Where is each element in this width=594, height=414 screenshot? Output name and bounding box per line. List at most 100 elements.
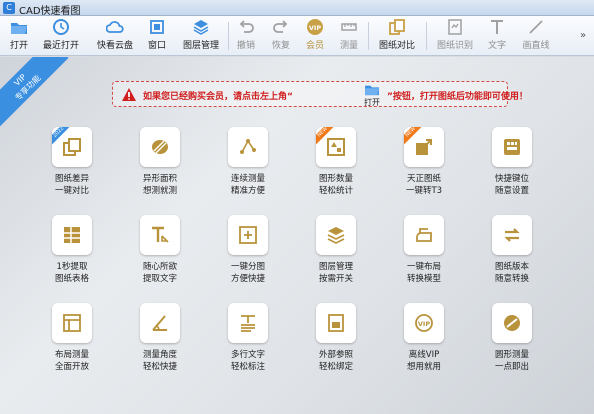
- feature-card[interactable]: 2022: [52, 127, 92, 167]
- redo-button[interactable]: 恢复: [268, 18, 294, 54]
- feature-badge: 2022: [52, 127, 70, 145]
- notice-text-end: ”按钮，打开图纸后功能即可使用！: [387, 92, 528, 102]
- warning-icon: [122, 88, 136, 101]
- open-button[interactable]: 打开: [6, 18, 32, 54]
- feature-label: 随心所欲 提取文字: [142, 262, 177, 284]
- keyboard-icon: [504, 139, 520, 155]
- feature-label: 图纸差异 一键对比: [54, 174, 89, 196]
- clock-icon: [53, 19, 69, 35]
- feature-tile[interactable]: 圆形测量 一点即出: [472, 303, 552, 388]
- feature-label: 图层管理 按需开关: [318, 262, 353, 284]
- feature-tile[interactable]: 图纸版本 随意转换: [472, 215, 552, 300]
- feature-card[interactable]: VIP: [404, 303, 444, 343]
- feature-card[interactable]: [492, 215, 532, 255]
- feature-card[interactable]: [492, 303, 532, 343]
- toolbar-more-button[interactable]: »: [580, 30, 586, 41]
- feature-label: 快捷键位 随意设置: [494, 174, 529, 196]
- vip-button[interactable]: VIP 会员: [302, 18, 328, 54]
- feature-tile[interactable]: 连续测量 精准方便: [208, 127, 288, 212]
- feature-label: 圆形测量 一点即出: [494, 350, 529, 372]
- undo-button[interactable]: 撤销: [233, 18, 259, 54]
- text-button[interactable]: 文字: [484, 18, 510, 54]
- feature-card[interactable]: NEW: [316, 127, 356, 167]
- feature-label: 图形数量 轻松统计: [318, 174, 353, 196]
- table-extract-icon: [64, 227, 80, 243]
- feature-card[interactable]: [52, 215, 92, 255]
- toolbar: 打开 最近打开 快看云盘 窗口 图层管理 撤销 恢复 VIP 会员 测量 图纸对…: [0, 16, 594, 56]
- notice-open-chip: 打开: [361, 83, 383, 107]
- feature-card[interactable]: [492, 127, 532, 167]
- feature-card[interactable]: [228, 127, 268, 167]
- folder-open-icon: [365, 85, 379, 96]
- draw-line-button[interactable]: 画直线: [516, 18, 556, 54]
- feature-card[interactable]: [140, 127, 180, 167]
- feature-label: 布局测量 全面开放: [54, 350, 89, 372]
- feature-card[interactable]: [140, 215, 180, 255]
- feature-tile[interactable]: 快捷键位 随意设置: [472, 127, 552, 212]
- vip-feature-panel: VIP 专享功能 如果您已经购买会员，请点击左上角“ 打开 ”按钮，打开图纸后功…: [0, 57, 594, 414]
- feature-label: 多行文字 轻松标注: [230, 350, 265, 372]
- feature-card[interactable]: [404, 215, 444, 255]
- vip-icon: VIP: [307, 19, 323, 35]
- feature-tile[interactable]: NEW 图形数量 轻松统计: [296, 127, 376, 212]
- recognize-icon: [448, 19, 462, 35]
- notice-banner: 如果您已经购买会员，请点击左上角“ 打开 ”按钮，打开图纸后功能即可使用！: [112, 81, 528, 107]
- notice-text: 如果您已经购买会员，请点击左上角“: [143, 92, 293, 102]
- feature-card[interactable]: [316, 303, 356, 343]
- window-icon: [150, 20, 164, 34]
- feature-tile[interactable]: 随心所欲 提取文字: [120, 215, 200, 300]
- compare-button[interactable]: 图纸对比: [374, 18, 420, 54]
- feature-card[interactable]: [140, 303, 180, 343]
- continuous-measure-icon: [240, 139, 256, 154]
- feature-tile[interactable]: 测量角度 轻松快捷: [120, 303, 200, 388]
- window-button[interactable]: 窗口: [144, 18, 170, 54]
- svg-text:VIP: VIP: [418, 320, 430, 328]
- undo-icon: [239, 20, 254, 33]
- feature-tile[interactable]: 1秒提取 图纸表格: [32, 215, 112, 300]
- compare-icon: [389, 19, 405, 35]
- feature-label: 一键分图 方便快捷: [230, 262, 265, 284]
- feature-label: 图纸版本 随意转换: [494, 262, 529, 284]
- recent-button[interactable]: 最近打开: [38, 18, 84, 54]
- feature-tile[interactable]: VIP 离线VIP 想用就用: [384, 303, 464, 388]
- vip-ribbon: VIP 专享功能: [0, 57, 69, 129]
- split-drawing-icon: [239, 226, 257, 244]
- feature-card[interactable]: [52, 303, 92, 343]
- feature-tile[interactable]: 异形面积 想测就测: [120, 127, 200, 212]
- feature-card[interactable]: NEW: [404, 127, 444, 167]
- layer-manager-button[interactable]: 图层管理: [178, 18, 224, 54]
- feature-label: 连续测量 精准方便: [230, 174, 265, 196]
- feature-tile[interactable]: 图层管理 按需开关: [296, 215, 376, 300]
- recognize-button[interactable]: 图纸识别: [432, 18, 478, 54]
- feature-tile[interactable]: 2022 图纸差异 一键对比: [32, 127, 112, 212]
- feature-tile[interactable]: 一键布局 转换模型: [384, 215, 464, 300]
- cloud-button[interactable]: 快看云盘: [92, 18, 138, 54]
- feature-label: 测量角度 轻松快捷: [142, 350, 177, 372]
- ruler-icon: [341, 23, 357, 31]
- folder-open-icon: [11, 23, 27, 34]
- feature-label: 1秒提取 图纸表格: [54, 262, 89, 284]
- layers-icon: [327, 227, 345, 244]
- feature-tile[interactable]: 一键分图 方便快捷: [208, 215, 288, 300]
- feature-card[interactable]: [316, 215, 356, 255]
- xref-icon: [328, 314, 344, 332]
- feature-card[interactable]: [228, 215, 268, 255]
- feature-card[interactable]: [228, 303, 268, 343]
- measure-button[interactable]: 测量: [336, 18, 362, 54]
- feature-tile[interactable]: NEW 天正图纸 一键转T3: [384, 127, 464, 212]
- text-icon: [491, 20, 503, 34]
- feature-label: 离线VIP 想用就用: [406, 350, 441, 372]
- layout-measure-icon: [63, 314, 81, 332]
- feature-tile[interactable]: 布局测量 全面开放: [32, 303, 112, 388]
- svg-text:VIP: VIP: [309, 24, 321, 32]
- toolbar-separator: [426, 22, 427, 50]
- circle-measure-icon: [504, 315, 520, 331]
- app-icon: C: [3, 2, 15, 14]
- cloud-icon: [106, 21, 124, 33]
- feature-label: 异形面积 想测就测: [142, 174, 177, 196]
- feature-tile[interactable]: 外部参照 轻松绑定: [296, 303, 376, 388]
- feature-tile[interactable]: 多行文字 轻松标注: [208, 303, 288, 388]
- toolbar-separator: [368, 22, 369, 50]
- feature-badge: NEW: [316, 127, 334, 145]
- angle-icon: [152, 315, 167, 331]
